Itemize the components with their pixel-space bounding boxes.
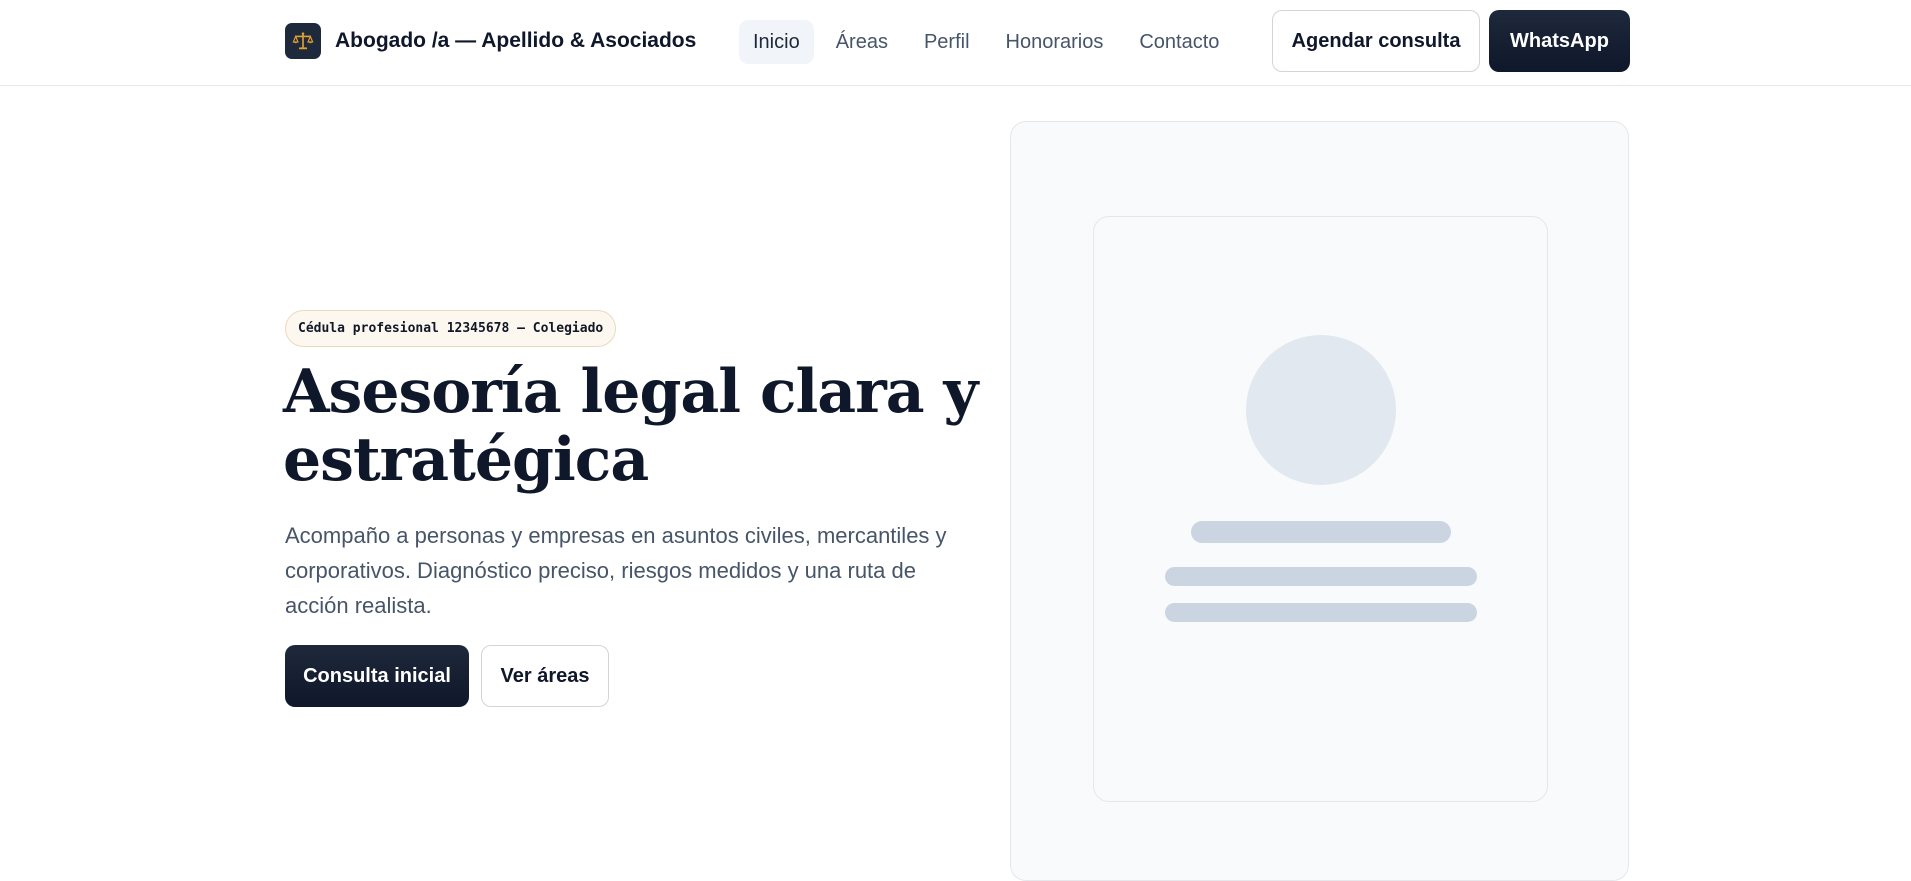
nav-item-areas[interactable]: Áreas bbox=[822, 20, 902, 64]
text-line-placeholder bbox=[1165, 567, 1477, 586]
initial-consultation-button[interactable]: Consulta inicial bbox=[285, 645, 469, 707]
site-header: Abogado /a — Apellido & Asociados Inicio… bbox=[0, 0, 1911, 86]
main-nav: Inicio Áreas Perfil Honorarios Contacto bbox=[739, 20, 1241, 64]
whatsapp-button[interactable]: WhatsApp bbox=[1489, 10, 1630, 72]
avatar-placeholder bbox=[1246, 335, 1396, 485]
view-areas-button[interactable]: Ver áreas bbox=[481, 645, 609, 707]
nav-item-inicio[interactable]: Inicio bbox=[739, 20, 814, 64]
credential-badge: Cédula profesional 12345678 — Colegiado bbox=[285, 310, 617, 347]
scales-of-justice-icon bbox=[285, 23, 321, 59]
text-line-placeholder bbox=[1191, 521, 1451, 543]
nav-item-perfil[interactable]: Perfil bbox=[910, 20, 984, 64]
nav-item-contacto[interactable]: Contacto bbox=[1125, 20, 1233, 64]
brand-name: Abogado /a — Apellido & Asociados bbox=[335, 29, 697, 52]
hero-title: Asesoría legal clara y estratégica bbox=[283, 357, 978, 495]
profile-placeholder-card bbox=[1093, 216, 1548, 802]
hero-visual-panel bbox=[1010, 121, 1629, 881]
hero-description: Acompaño a personas y empresas en asunto… bbox=[285, 523, 947, 618]
text-line-placeholder bbox=[1165, 603, 1477, 622]
schedule-consultation-button[interactable]: Agendar consulta bbox=[1272, 10, 1480, 72]
nav-item-honorarios[interactable]: Honorarios bbox=[992, 20, 1118, 64]
brand[interactable]: Abogado /a — Apellido & Asociados bbox=[285, 23, 696, 59]
